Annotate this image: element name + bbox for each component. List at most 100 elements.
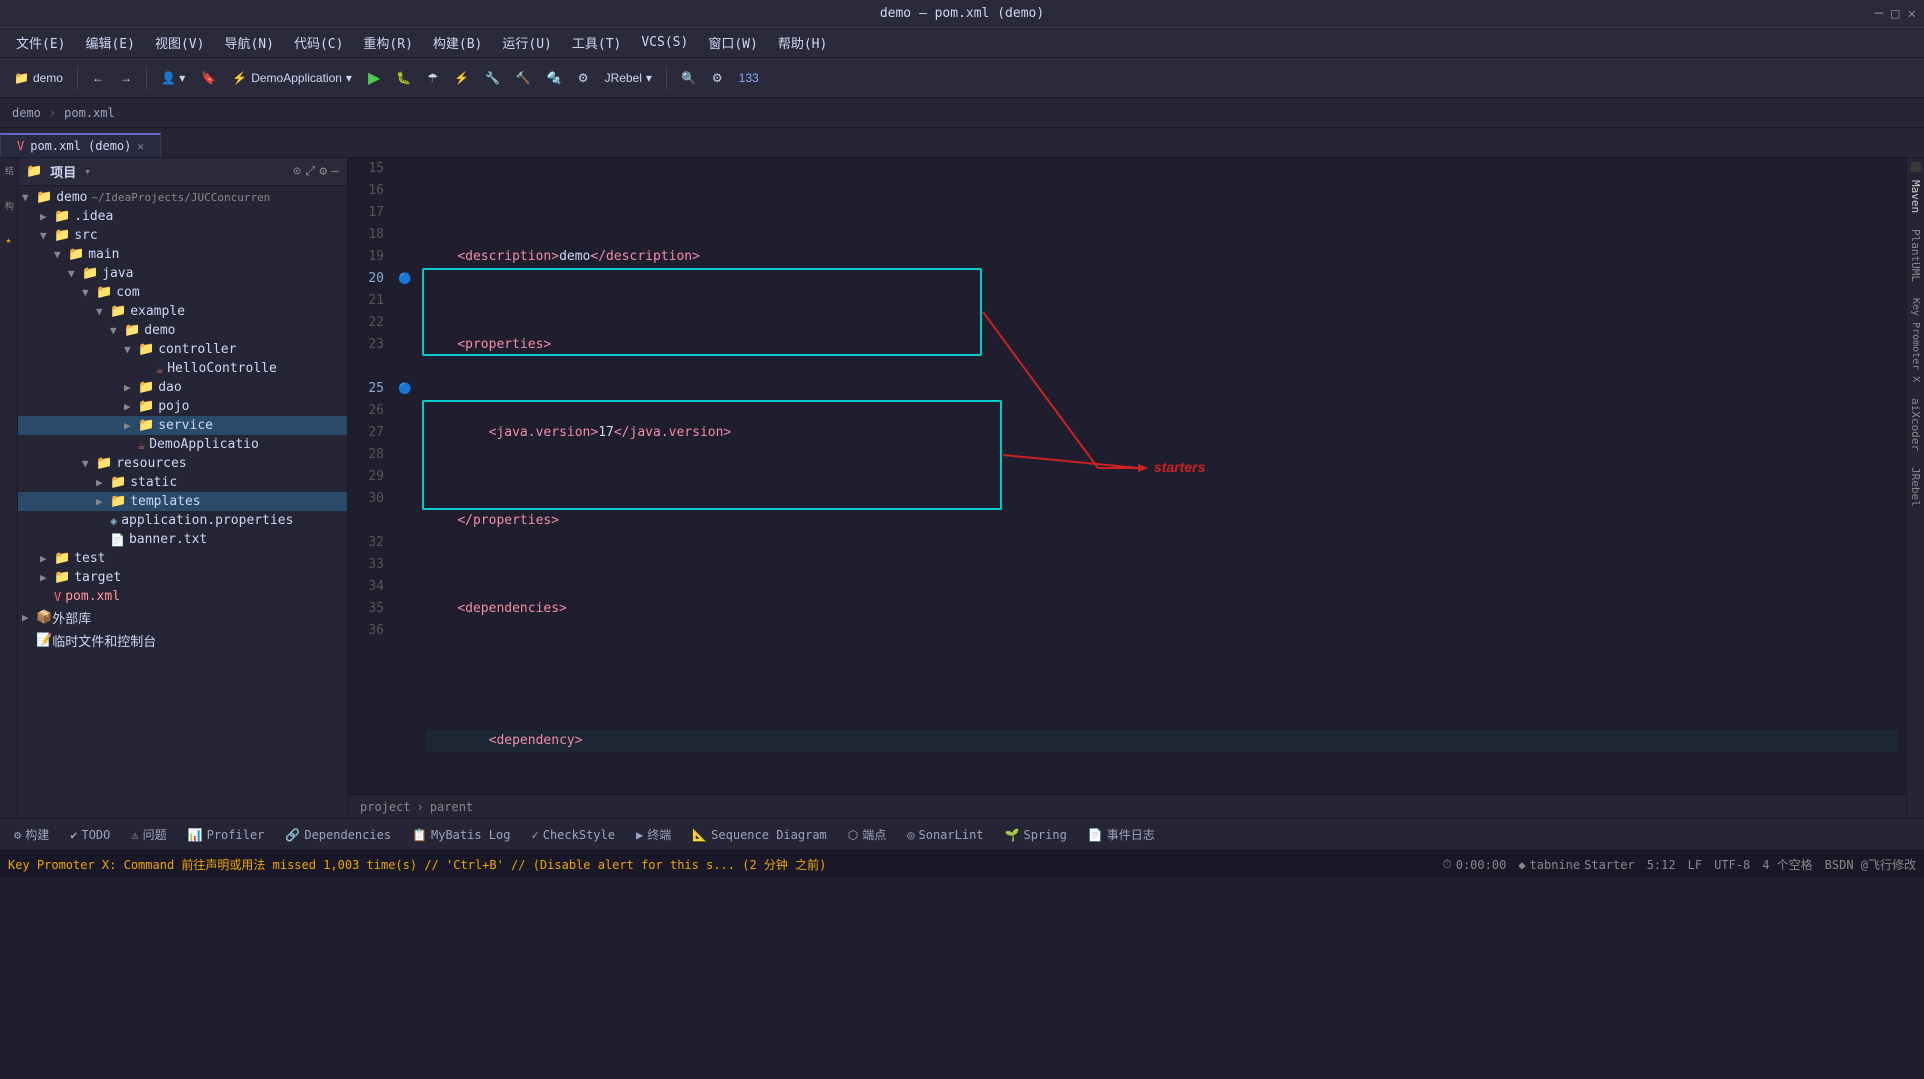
tree-node-scratch[interactable]: 📝 临时文件和控制台: [18, 629, 347, 652]
tree-close-icon[interactable]: —: [331, 164, 339, 179]
tree-node-src[interactable]: ▼ 📁 src: [18, 226, 347, 245]
toolbar-icons2[interactable]: 🔨: [510, 68, 537, 88]
tree-node-hellocontroller[interactable]: ☕ HelloControlle: [18, 359, 347, 378]
close-icon[interactable]: ✕: [1908, 6, 1916, 22]
tree-node-main[interactable]: ▼ 📁 main: [18, 245, 347, 264]
status-indent[interactable]: 4 个空格: [1762, 856, 1812, 873]
minimize-icon[interactable]: ─: [1875, 6, 1883, 22]
tab-terminal[interactable]: ▶终端: [626, 823, 681, 846]
toolbar-forward[interactable]: →: [114, 68, 138, 88]
menu-view[interactable]: 视图(V): [147, 31, 212, 54]
menu-refactor[interactable]: 重构(R): [355, 31, 420, 54]
tab-pom-xml[interactable]: V pom.xml (demo) ✕: [0, 133, 161, 157]
menu-help[interactable]: 帮助(H): [770, 31, 835, 54]
tree-expand-icon[interactable]: ⤢: [305, 164, 315, 179]
spring-icon: 🌱: [1005, 828, 1020, 842]
tree-node-banner[interactable]: 📄 banner.txt: [18, 530, 347, 549]
tab-endpoints[interactable]: ⬡端点: [838, 823, 897, 846]
tree-node-pom[interactable]: V pom.xml: [18, 587, 347, 606]
tree-node-idea[interactable]: ▶ 📁 .idea: [18, 207, 347, 226]
tree-node-dao[interactable]: ▶ 📁 dao: [18, 378, 347, 397]
search-btn[interactable]: 🔍: [675, 68, 702, 88]
tab-checkstyle[interactable]: ✓CheckStyle: [521, 825, 624, 845]
toolbar-icons4[interactable]: ⚙: [572, 68, 595, 88]
tab-todo[interactable]: ✔TODO: [60, 825, 120, 845]
status-encoding[interactable]: UTF-8: [1714, 858, 1750, 872]
tree-node-static[interactable]: ▶ 📁 static: [18, 473, 347, 492]
profile-button[interactable]: ⚡: [448, 68, 475, 88]
right-check-icon[interactable]: [1911, 162, 1921, 172]
menu-edit[interactable]: 编辑(E): [77, 31, 142, 54]
tab-mybatis[interactable]: 📋MyBatis Log: [402, 825, 520, 845]
project-section: 📁 demo: [8, 68, 69, 88]
tree-node-demoapplication[interactable]: ☕ DemoApplicatio: [18, 435, 347, 454]
code-view[interactable]: 15 16 17 18 19 20 21 22 23 25 26 27 28 2…: [348, 158, 1906, 794]
tab-sonarlint[interactable]: ◎SonarLint: [897, 825, 993, 845]
toolbar-icons3[interactable]: 🔩: [541, 68, 568, 88]
window-controls[interactable]: ─ □ ✕: [1875, 6, 1916, 22]
status-position[interactable]: 5:12: [1647, 858, 1676, 872]
menu-tools[interactable]: 工具(T): [564, 31, 629, 54]
tab-close[interactable]: ✕: [137, 140, 144, 153]
tab-profiler[interactable]: 📊Profiler: [178, 825, 275, 845]
tree-node-resources[interactable]: ▼ 📁 resources: [18, 454, 347, 473]
tab-build[interactable]: ⚙构建: [4, 823, 59, 846]
menu-file[interactable]: 文件(E): [8, 31, 73, 54]
tab-spring[interactable]: 🌱Spring: [995, 825, 1077, 845]
right-label-keypromoter[interactable]: Key Promoter X: [1910, 290, 1921, 390]
left-icon-project[interactable]: 结: [2, 166, 15, 175]
tab-eventlog[interactable]: 📄事件日志: [1078, 823, 1165, 846]
tree-node-demo-pkg[interactable]: ▼ 📁 demo: [18, 321, 347, 340]
tab-problems[interactable]: ⚠问题: [121, 823, 176, 846]
collapse-arrow: ▼: [22, 191, 36, 204]
left-icon-structure[interactable]: 构: [2, 201, 15, 210]
run-button[interactable]: ▶: [362, 65, 386, 91]
right-label-aixcoder[interactable]: aiXcoder: [1909, 390, 1922, 459]
tree-node-demo[interactable]: ▼ 📁 demo ~/IdeaProjects/JUCConcurren: [18, 188, 347, 207]
jrebel-btn[interactable]: JRebel ▾: [599, 68, 658, 88]
toolbar-icons1[interactable]: 🔧: [479, 68, 506, 88]
menu-navigate[interactable]: 导航(N): [216, 31, 281, 54]
tree-node-service[interactable]: ▶ 📁 service: [18, 416, 347, 435]
debug-button[interactable]: 🐛: [390, 68, 417, 88]
menu-code[interactable]: 代码(C): [286, 31, 351, 54]
menu-vcs[interactable]: VCS(S): [633, 33, 696, 52]
user-icon-btn[interactable]: 👤 ▾: [155, 68, 191, 88]
settings-btn[interactable]: ⚙: [706, 68, 729, 88]
tree-node-templates[interactable]: ▶ 📁 templates: [18, 492, 347, 511]
tab-sequence[interactable]: 📐Sequence Diagram: [682, 825, 837, 845]
tree-locate-icon[interactable]: ⊙: [293, 164, 301, 179]
tree-node-external[interactable]: ▶ 📦 外部库: [18, 606, 347, 629]
coverage-button[interactable]: ☂: [421, 68, 444, 88]
file-tree-header: 📁 项目 ▾ ⊙ ⤢ ⚙ —: [18, 158, 347, 186]
tree-node-java[interactable]: ▼ 📁 java: [18, 264, 347, 283]
right-label-maven[interactable]: Maven: [1909, 172, 1922, 221]
window-title: demo – pom.xml (demo): [880, 6, 1044, 21]
toolbar-back[interactable]: ←: [86, 68, 110, 88]
code-content[interactable]: <description>demo</description> <propert…: [418, 158, 1906, 794]
bookmark-btn[interactable]: 🔖: [195, 68, 222, 88]
number-btn[interactable]: 133: [733, 68, 765, 88]
project-button[interactable]: 📁 demo: [8, 68, 69, 88]
right-label-jrebel[interactable]: JRebel: [1909, 459, 1922, 515]
status-tabnine[interactable]: ◆ tabnine Starter: [1518, 858, 1634, 872]
tabnine-label: tabnine: [1530, 858, 1581, 872]
tree-node-com[interactable]: ▼ 📁 com: [18, 283, 347, 302]
menu-window[interactable]: 窗口(W): [700, 31, 765, 54]
menu-run[interactable]: 运行(U): [494, 31, 559, 54]
right-label-plantuml[interactable]: PlantUML: [1909, 221, 1922, 290]
tree-node-controller[interactable]: ▼ 📁 controller: [18, 340, 347, 359]
tree-gear-icon[interactable]: ⚙: [319, 164, 327, 179]
menu-build[interactable]: 构建(B): [425, 31, 490, 54]
status-line-ending[interactable]: LF: [1688, 858, 1702, 872]
tree-node-pojo[interactable]: ▶ 📁 pojo: [18, 397, 347, 416]
tree-node-app-properties[interactable]: ◈ application.properties: [18, 511, 347, 530]
run-config-btn[interactable]: ⚡ DemoApplication ▾: [226, 68, 358, 88]
left-icon-bookmark[interactable]: ★: [4, 236, 14, 246]
tree-node-test[interactable]: ▶ 📁 test: [18, 549, 347, 568]
restore-icon[interactable]: □: [1891, 6, 1899, 22]
tab-dependencies[interactable]: 🔗Dependencies: [275, 825, 401, 845]
arrows-svg: [418, 158, 1906, 658]
tree-node-target[interactable]: ▶ 📁 target: [18, 568, 347, 587]
tree-node-example[interactable]: ▼ 📁 example: [18, 302, 347, 321]
